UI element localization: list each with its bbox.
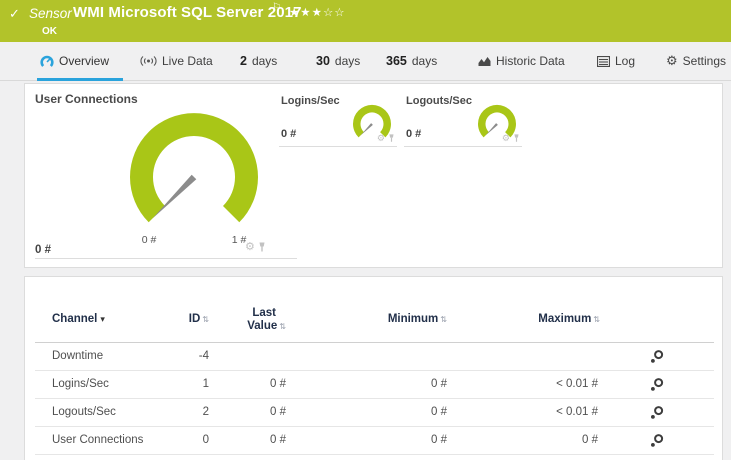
table-header-row: Channel ▾ ID ⇅ Last Value ⇅ Minimum ⇅ Maximu… xyxy=(35,277,714,342)
sort-icon: ⇅ xyxy=(593,315,600,324)
logins-value: 0 # xyxy=(281,128,297,140)
channel-name: Logins/Sec xyxy=(52,378,109,390)
channel-last-value: 0 # xyxy=(270,434,286,446)
main-gauge-min-label: 0 # xyxy=(141,234,157,246)
tab-2-days[interactable]: 2 days xyxy=(240,42,277,80)
gauge-gear-icon[interactable]: ⚙ xyxy=(245,242,255,253)
logouts-value: 0 # xyxy=(406,128,422,140)
header-minimum[interactable]: Minimum ⇅ xyxy=(367,313,447,325)
header-minimum-label: Minimum xyxy=(387,313,439,325)
tab-2-days-number: 2 xyxy=(240,54,247,68)
header-maximum-label: Maximum xyxy=(538,313,592,325)
tab-historic-data-label: Historic Data xyxy=(496,54,565,68)
log-list-icon xyxy=(597,55,610,67)
sensor-status-text: OK xyxy=(42,26,57,37)
gauge-gear-icon[interactable]: ⚙ xyxy=(502,134,510,143)
user-connections-gauge xyxy=(130,113,258,223)
edit-channel-gears-icon[interactable] xyxy=(649,433,665,449)
tab-settings-label: Settings xyxy=(682,54,727,68)
sort-icon: ⇅ xyxy=(440,315,447,324)
tab-30-days-number: 30 xyxy=(316,54,330,68)
tab-2-days-unit: days xyxy=(251,54,278,68)
tab-live-data-label: Live Data xyxy=(162,54,213,68)
header-id-label: ID xyxy=(188,313,201,325)
priority-stars[interactable]: ★★★☆☆ xyxy=(289,5,346,19)
tab-live-data[interactable]: Live Data xyxy=(140,42,213,80)
header-channel[interactable]: Channel ▾ xyxy=(52,313,105,325)
stars-filled[interactable]: ★★★ xyxy=(289,7,323,19)
stars-empty[interactable]: ☆☆ xyxy=(323,7,346,19)
tab-30-days[interactable]: 30 days xyxy=(316,42,360,80)
main-gauge-title: User Connections xyxy=(35,92,138,106)
sort-icon: ⇅ xyxy=(202,315,209,324)
tab-settings[interactable]: ⚙ Settings xyxy=(666,42,726,80)
channel-maximum: < 0.01 # xyxy=(556,406,598,418)
sort-down-icon: ▾ xyxy=(100,314,105,324)
mini-gauge-logins: Logins/Sec 0 # ⚙ xyxy=(279,90,397,147)
main-gauge-actions: ⚙ xyxy=(245,242,266,253)
header-channel-label: Channel xyxy=(52,313,98,325)
channel-maximum: < 0.01 # xyxy=(556,378,598,390)
channel-minimum: 0 # xyxy=(431,434,447,446)
tab-30-days-unit: days xyxy=(334,54,361,68)
logins-title: Logins/Sec xyxy=(281,95,340,107)
header-maximum[interactable]: Maximum ⇅ xyxy=(508,313,600,325)
flag-icon[interactable]: ⚐ xyxy=(272,2,281,13)
tab-overview[interactable]: Overview xyxy=(36,42,124,81)
chart-icon xyxy=(478,56,491,66)
tab-log-label: Log xyxy=(615,54,636,68)
pin-icon[interactable] xyxy=(513,134,520,143)
header-last-label: Last xyxy=(252,307,276,319)
mini-gauge-logouts: Logouts/Sec 0 # ⚙ xyxy=(404,90,522,147)
divider xyxy=(35,258,297,259)
channel-id: 2 xyxy=(202,406,209,418)
status-check-icon: ✓ xyxy=(9,6,20,21)
channel-minimum: 0 # xyxy=(431,406,447,418)
broadcast-icon xyxy=(140,56,157,66)
header-last-value[interactable]: Last Value ⇅ xyxy=(226,307,286,333)
logouts-title: Logouts/Sec xyxy=(406,95,473,107)
channel-name: User Connections xyxy=(52,434,144,446)
channels-panel: Channel ▾ ID ⇅ Last Value ⇅ Minimum ⇅ Maximu… xyxy=(24,276,723,460)
main-gauge-value: 0 # xyxy=(35,244,51,256)
gauge-gear-icon[interactable]: ⚙ xyxy=(377,134,385,143)
tab-365-days-number: 365 xyxy=(386,54,407,68)
edit-channel-gears-icon[interactable] xyxy=(649,405,665,421)
channel-last-value: 0 # xyxy=(270,406,286,418)
pin-icon[interactable] xyxy=(258,242,266,253)
channel-last-value: 0 # xyxy=(270,378,286,390)
channel-name: Logouts/Sec xyxy=(52,406,116,418)
header-value-label: Value xyxy=(247,320,278,332)
logins-actions: ⚙ xyxy=(377,134,395,143)
settings-gear-icon: ⚙ xyxy=(666,53,678,68)
gauge-icon xyxy=(40,55,54,67)
table-row-downtime: Downtime -4 xyxy=(35,343,714,371)
tab-historic-data[interactable]: Historic Data xyxy=(478,42,565,80)
logouts-actions: ⚙ xyxy=(502,134,520,143)
table-row-user-connections: User Connections 0 0 # 0 # 0 # xyxy=(35,427,714,455)
tab-overview-label: Overview xyxy=(59,54,110,68)
sensor-title: WMI Microsoft SQL Server 2017 xyxy=(73,4,302,21)
tab-log[interactable]: Log xyxy=(597,42,635,80)
pin-icon[interactable] xyxy=(388,134,395,143)
header-id[interactable]: ID ⇅ xyxy=(155,313,209,325)
tab-365-days-unit: days xyxy=(411,54,438,68)
channel-id: 1 xyxy=(202,378,209,390)
sort-icon: ⇅ xyxy=(279,322,286,331)
sensor-status-banner: ✓ Sensor WMI Microsoft SQL Server 2017 ⚐… xyxy=(0,0,731,42)
channel-name: Downtime xyxy=(52,350,104,362)
channel-minimum: 0 # xyxy=(431,378,447,390)
sensor-kind-label: Sensor xyxy=(29,6,72,21)
channel-id: -4 xyxy=(198,350,209,362)
edit-channel-gears-icon[interactable] xyxy=(649,349,665,365)
tab-365-days[interactable]: 365 days xyxy=(386,42,437,80)
tab-bar: Overview Live Data 2 days 30 days 365 da… xyxy=(0,42,731,81)
channel-id: 0 xyxy=(202,434,209,446)
table-row-logouts: Logouts/Sec 2 0 # 0 # < 0.01 # xyxy=(35,399,714,427)
edit-channel-gears-icon[interactable] xyxy=(649,377,665,393)
channel-maximum: 0 # xyxy=(582,434,598,446)
gauges-panel: User Connections 0 # 1 # 0 # ⚙ Logins/Se… xyxy=(24,83,723,268)
table-row-logins: Logins/Sec 1 0 # 0 # < 0.01 # xyxy=(35,371,714,399)
